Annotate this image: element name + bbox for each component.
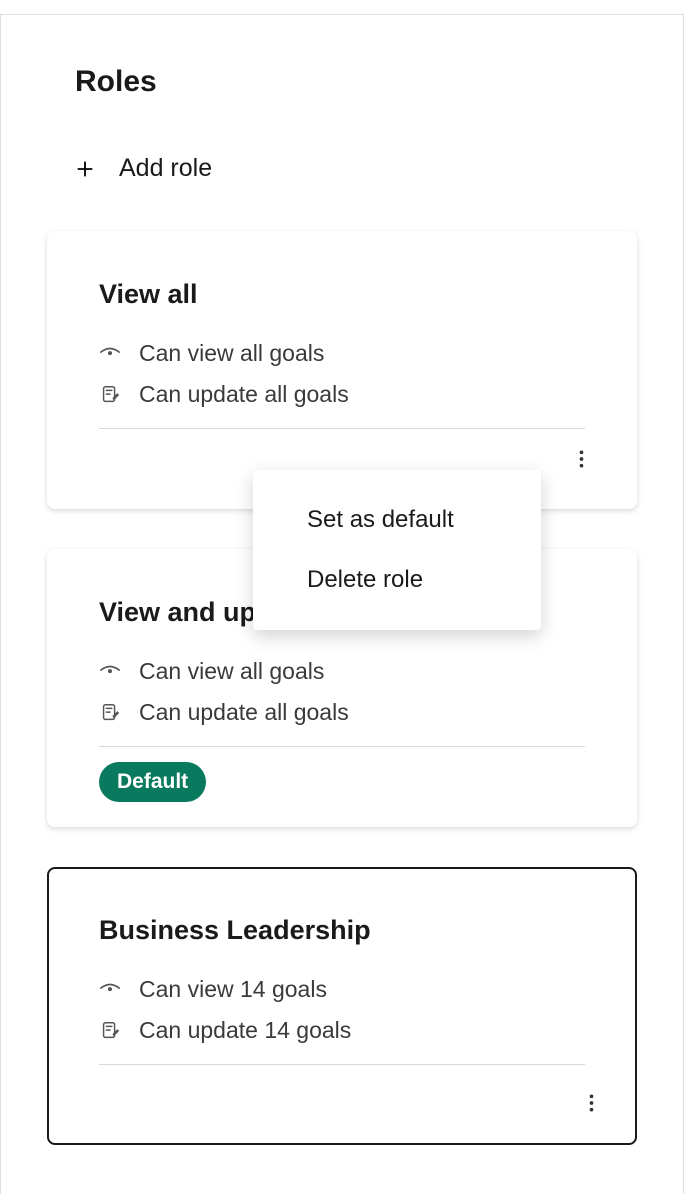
role-title: Business Leadership xyxy=(99,915,585,946)
menu-item-set-default[interactable]: Set as default xyxy=(253,490,541,550)
more-vertical-icon xyxy=(589,1092,594,1114)
permission-text: Can update all goals xyxy=(139,699,349,726)
more-options-button[interactable] xyxy=(563,441,599,477)
add-role-button[interactable]: Add role xyxy=(75,154,637,183)
menu-item-delete-role[interactable]: Delete role xyxy=(253,550,541,610)
page-title: Roles xyxy=(75,65,637,99)
permission-row: Can view 14 goals xyxy=(99,976,585,1003)
edit-icon xyxy=(99,1020,121,1042)
permission-row: Can view all goals xyxy=(99,340,585,367)
more-options-button[interactable] xyxy=(573,1085,609,1121)
permission-text: Can update 14 goals xyxy=(139,1017,351,1044)
context-menu: Set as default Delete role xyxy=(253,470,541,630)
role-title: View all xyxy=(99,279,585,310)
eye-icon xyxy=(99,979,121,1001)
permission-text: Can view all goals xyxy=(139,340,324,367)
role-card[interactable]: Business Leadership Can view 14 goals Ca… xyxy=(47,867,637,1145)
edit-icon xyxy=(99,702,121,724)
plus-icon xyxy=(75,159,95,179)
role-card[interactable]: View all Can view all goals Can update a… xyxy=(47,231,637,509)
roles-panel: Roles Add role View all Can view all goa… xyxy=(0,14,684,1194)
more-vertical-icon xyxy=(579,448,584,470)
permission-text: Can view 14 goals xyxy=(139,976,327,1003)
permission-row: Can update 14 goals xyxy=(99,1017,585,1044)
card-footer: Default xyxy=(99,747,585,805)
permission-row: Can update all goals xyxy=(99,381,585,408)
edit-icon xyxy=(99,384,121,406)
permission-text: Can view all goals xyxy=(139,658,324,685)
add-role-label: Add role xyxy=(119,154,212,183)
permission-text: Can update all goals xyxy=(139,381,349,408)
permission-row: Can update all goals xyxy=(99,699,585,726)
eye-icon xyxy=(99,661,121,683)
default-badge: Default xyxy=(99,762,206,802)
eye-icon xyxy=(99,343,121,365)
permission-row: Can view all goals xyxy=(99,658,585,685)
card-footer xyxy=(99,1065,585,1123)
